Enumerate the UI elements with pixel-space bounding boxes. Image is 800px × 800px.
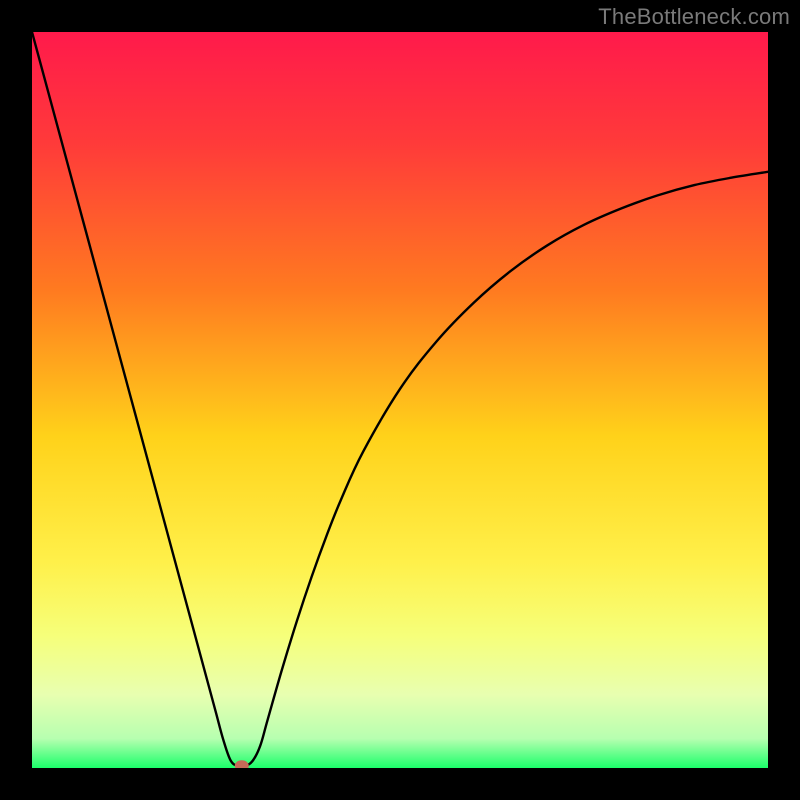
gradient-background	[32, 32, 768, 768]
plot-area	[32, 32, 768, 768]
chart-svg	[32, 32, 768, 768]
watermark-text: TheBottleneck.com	[598, 4, 790, 30]
chart-frame: TheBottleneck.com	[0, 0, 800, 800]
